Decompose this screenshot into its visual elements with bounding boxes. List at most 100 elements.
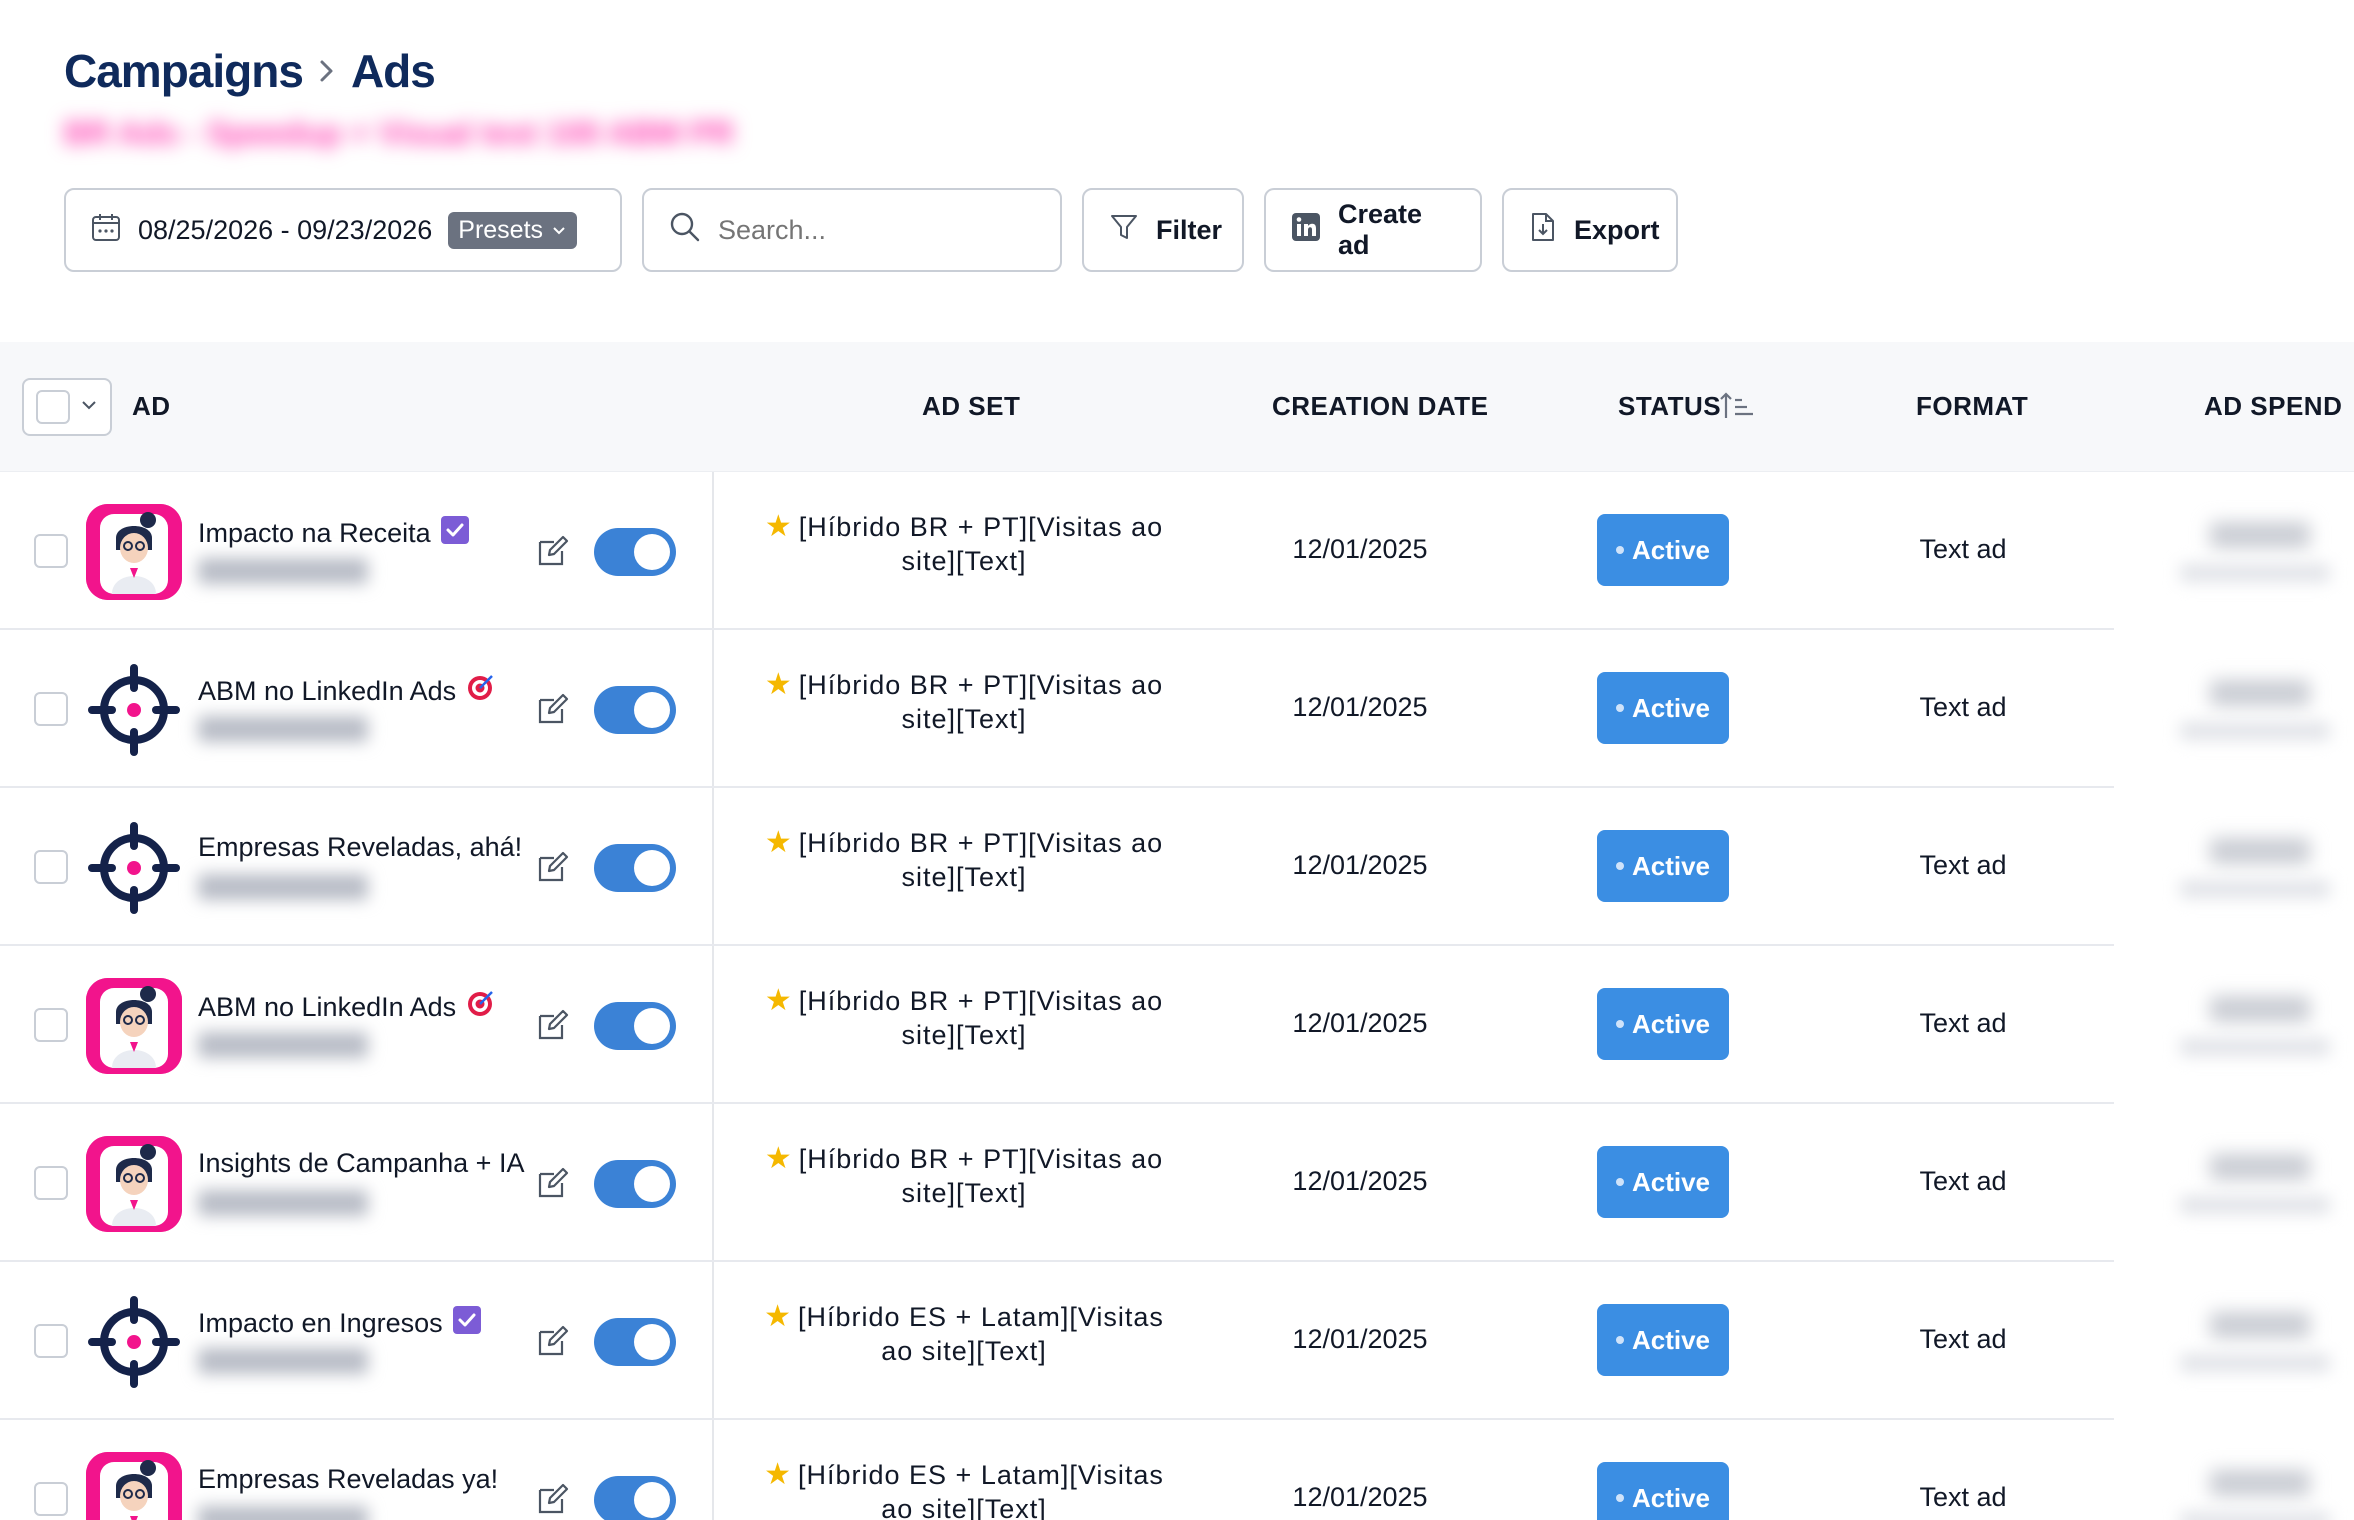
calendar-icon — [90, 211, 122, 250]
filter-button[interactable]: Filter — [1082, 188, 1244, 272]
ad-spend-sub-blurred — [2180, 1196, 2330, 1214]
date-range-picker[interactable]: 08/25/2026 - 09/23/2026 Presets — [64, 188, 622, 272]
bullseye-icon — [466, 674, 494, 709]
ad-name-text: ABM no LinkedIn Ads — [198, 676, 457, 706]
edit-icon[interactable] — [536, 692, 570, 726]
table-row-1: Impacto na Receita ★ [Híbrido BR + PT][Vi… — [0, 472, 2354, 630]
breadcrumb-campaigns[interactable]: Campaigns — [64, 44, 304, 98]
ad-active-toggle[interactable] — [594, 1160, 676, 1208]
ad-spend-sub-blurred — [2180, 564, 2330, 582]
breadcrumb: Campaigns Ads — [64, 44, 704, 98]
header-ad[interactable]: AD — [132, 391, 171, 422]
create-ad-label: Create ad — [1338, 199, 1423, 260]
ad-set-name: [Híbrido BR + PT][Visitas ao site][Text] — [798, 670, 1164, 734]
search-box[interactable] — [642, 188, 1062, 272]
search-icon — [668, 210, 702, 251]
ad-id-blurred — [198, 1348, 368, 1374]
ad-id-blurred — [198, 874, 368, 900]
table-body: Impacto na Receita ★ [Híbrido BR + PT][Vi… — [0, 472, 2354, 1520]
header-creation-date[interactable]: CREATION DATE — [1272, 391, 1488, 422]
chevron-down-icon — [551, 216, 567, 245]
edit-icon[interactable] — [536, 534, 570, 568]
ad-spend-sub-blurred — [2180, 1354, 2330, 1372]
ad-name-text: Empresas Reveladas ya! — [198, 1464, 499, 1494]
ad-active-toggle[interactable] — [594, 1476, 676, 1520]
row-checkbox[interactable] — [34, 850, 68, 884]
row-checkbox[interactable] — [34, 1008, 68, 1042]
status-badge: Active — [1597, 1462, 1729, 1520]
ad-spend-sub-blurred — [2180, 722, 2330, 740]
creation-date-cell: 12/01/2025 — [1292, 1482, 1428, 1512]
header-status[interactable]: STATUS — [1618, 391, 1721, 422]
header-format[interactable]: FORMAT — [1916, 391, 2028, 422]
table-row-2: ABM no LinkedIn Ads ★ [Híbrido BR + PT][V… — [0, 630, 2354, 788]
row-checkbox[interactable] — [34, 534, 68, 568]
row-checkbox[interactable] — [34, 692, 68, 726]
header-ad-spend[interactable]: AD SPEND — [2204, 391, 2342, 422]
ad-name[interactable]: Insights de Campanha + IA — [198, 1148, 534, 1179]
breadcrumb-ads: Ads — [350, 45, 436, 97]
ad-spend-blurred — [2210, 996, 2310, 1022]
header-ad-set[interactable]: AD SET — [922, 391, 1020, 422]
status-dot-icon — [1615, 862, 1624, 870]
edit-icon[interactable] — [536, 850, 570, 884]
table-header: AD AD SET CREATION DATE STATUS FORMAT AD… — [0, 342, 2354, 472]
ad-avatar-illustration — [86, 1136, 182, 1232]
ad-id-blurred — [198, 1032, 368, 1058]
table-row-4: ABM no LinkedIn Ads ★ [Híbrido BR + PT][V… — [0, 946, 2354, 1104]
format-cell: Text ad — [1919, 1482, 2007, 1512]
export-button[interactable]: Export — [1502, 188, 1678, 272]
ad-spend-blurred — [2210, 1154, 2310, 1180]
ad-active-toggle[interactable] — [594, 528, 676, 576]
ad-avatar-illustration — [86, 978, 182, 1074]
edit-icon[interactable] — [536, 1166, 570, 1200]
presets-dropdown[interactable]: Presets — [448, 211, 578, 249]
star-icon: ★ — [764, 1142, 793, 1175]
star-icon: ★ — [764, 826, 793, 859]
ad-active-toggle[interactable] — [594, 686, 676, 734]
export-label: Export — [1574, 214, 1660, 245]
select-all-checkbox[interactable] — [36, 390, 70, 424]
ad-name[interactable]: Empresas Reveladas ya! — [198, 1464, 508, 1495]
edit-icon[interactable] — [536, 1482, 570, 1516]
ad-set-name: [Híbrido BR + PT][Visitas ao site][Text] — [798, 1144, 1164, 1208]
ad-name[interactable]: Impacto na Receita — [198, 516, 469, 551]
ad-active-toggle[interactable] — [594, 1002, 676, 1050]
chevron-down-icon — [80, 396, 98, 419]
row-checkbox[interactable] — [34, 1482, 68, 1516]
ad-id-blurred — [198, 1190, 368, 1216]
star-icon: ★ — [764, 1300, 792, 1333]
filter-icon — [1108, 211, 1140, 250]
search-input[interactable] — [718, 214, 1018, 246]
create-ad-button[interactable]: Create ad — [1264, 188, 1482, 272]
ad-name[interactable]: Impacto en Ingresos — [198, 1306, 481, 1341]
status-text: Active — [1631, 1482, 1711, 1513]
status-dot-icon — [1615, 704, 1624, 712]
ad-avatar-illustration — [86, 504, 182, 600]
row-checkbox[interactable] — [34, 1324, 68, 1358]
edit-icon[interactable] — [536, 1008, 570, 1042]
checkmark-badge-icon — [452, 1306, 481, 1341]
ad-name[interactable]: ABM no LinkedIn Ads — [198, 990, 494, 1025]
sort-ascending-icon[interactable] — [1718, 390, 1758, 427]
crosshair-logo-icon — [86, 820, 182, 916]
ad-id-blurred — [198, 716, 368, 742]
ad-active-toggle[interactable] — [594, 1318, 676, 1366]
table-row-6: Impacto en Ingresos ★ [Híbrido ES + Latam… — [0, 1262, 2354, 1420]
ad-name[interactable]: ABM no LinkedIn Ads — [198, 674, 494, 709]
row-checkbox[interactable] — [34, 1166, 68, 1200]
status-dot-icon — [1615, 1336, 1624, 1344]
ad-active-toggle[interactable] — [594, 844, 676, 892]
ad-name[interactable]: Empresas Reveladas, ahá! — [198, 832, 532, 863]
ad-id-blurred — [198, 1506, 368, 1520]
checkmark-badge-icon — [440, 516, 469, 551]
select-all-dropdown[interactable] — [22, 378, 112, 436]
format-cell: Text ad — [1919, 850, 2007, 880]
status-text: Active — [1631, 1008, 1711, 1039]
ad-name-text: Empresas Reveladas, ahá! — [198, 832, 523, 862]
status-dot-icon — [1615, 1178, 1624, 1186]
edit-icon[interactable] — [536, 1324, 570, 1358]
ad-name-text: Insights de Campanha + IA — [198, 1148, 525, 1178]
ad-set-cell: ★ [Híbrido BR + PT][Visitas ao site][Text… — [764, 1142, 1164, 1210]
status-text: Active — [1631, 1166, 1711, 1197]
